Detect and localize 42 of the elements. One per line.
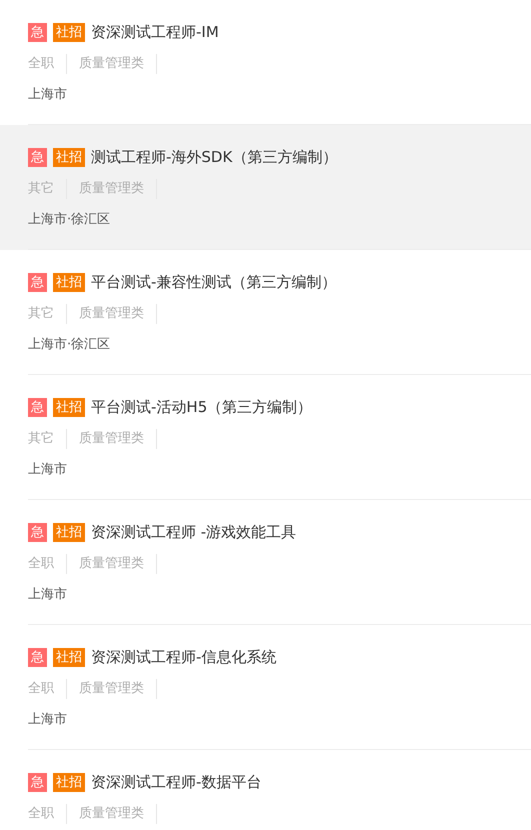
job-category: 全职 <box>28 804 67 824</box>
job-category: 全职 <box>28 679 67 699</box>
job-category: 其它 <box>28 429 67 449</box>
job-category: 质量管理类 <box>79 679 157 699</box>
recruitment-tag: 社招 <box>53 272 85 292</box>
job-location: 上海市 <box>28 86 68 104</box>
job-title[interactable]: 平台测试-兼容性测试（第三方编制） <box>91 270 336 294</box>
recruitment-tag: 社招 <box>53 522 85 542</box>
job-category: 质量管理类 <box>79 554 157 574</box>
job-title[interactable]: 资深测试工程师-信息化系统 <box>91 645 276 669</box>
job-location: 上海市 <box>28 711 68 729</box>
job-category: 质量管理类 <box>79 179 157 199</box>
job-category: 其它 <box>28 304 67 324</box>
urgent-tag: 急 <box>28 772 47 792</box>
job-category: 质量管理类 <box>79 804 157 824</box>
job-category: 质量管理类 <box>79 429 157 449</box>
job-location: 上海市·徐汇区 <box>28 336 112 354</box>
job-category: 全职 <box>28 54 67 74</box>
urgent-tag: 急 <box>28 522 47 542</box>
recruitment-tag: 社招 <box>53 648 85 666</box>
job-title[interactable]: 平台测试-活动H5（第三方编制） <box>91 395 312 419</box>
job-title[interactable]: 资深测试工程师-数据平台 <box>91 770 262 794</box>
job-title[interactable]: 资深测试工程师-IM <box>91 20 219 44</box>
job-category: 质量管理类 <box>79 54 157 74</box>
urgent-tag: 急 <box>28 148 47 166</box>
job-location: 上海市 <box>28 586 68 604</box>
job-listing[interactable]: 急 社招 测试工程师-海外SDK（第三方编制） 其它 质量管理类 上海市·徐汇区 <box>0 125 531 250</box>
job-location: 上海市·徐汇区 <box>28 211 112 229</box>
job-title[interactable]: 资深测试工程师 -游戏效能工具 <box>91 520 296 544</box>
urgent-tag: 急 <box>28 398 47 416</box>
recruitment-tag: 社招 <box>53 148 85 166</box>
recruitment-tag: 社招 <box>53 22 85 42</box>
job-location: 上海市 <box>28 461 68 479</box>
urgent-tag: 急 <box>28 272 47 292</box>
urgent-tag: 急 <box>28 22 47 42</box>
job-category: 全职 <box>28 554 67 574</box>
recruitment-tag: 社招 <box>53 772 85 792</box>
job-title[interactable]: 测试工程师-海外SDK（第三方编制） <box>91 145 338 169</box>
job-category: 其它 <box>28 179 67 199</box>
recruitment-tag: 社招 <box>53 398 85 416</box>
job-category: 质量管理类 <box>79 304 157 324</box>
urgent-tag: 急 <box>28 648 47 666</box>
